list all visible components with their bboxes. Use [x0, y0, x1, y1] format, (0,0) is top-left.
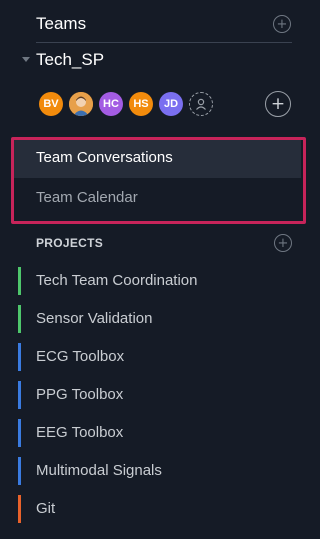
project-item[interactable]: PPG Toolbox	[0, 376, 301, 414]
project-label: Sensor Validation	[36, 310, 153, 327]
project-color-bar	[18, 305, 21, 333]
project-item[interactable]: ECG Toolbox	[0, 338, 301, 376]
member-initials: HS	[133, 98, 149, 110]
project-item[interactable]: Multimodal Signals	[0, 452, 301, 490]
project-color-bar	[18, 495, 21, 523]
teams-title[interactable]: Teams	[36, 14, 86, 34]
project-label: ECG Toolbox	[36, 348, 125, 365]
project-label: Tech Team Coordination	[36, 272, 198, 289]
collapse-team-caret-icon[interactable]	[22, 57, 30, 62]
project-item[interactable]: Sensor Validation	[0, 300, 301, 338]
project-color-bar	[18, 457, 21, 485]
project-item[interactable]: EEG Toolbox	[0, 414, 301, 452]
projects-title: PROJECTS	[36, 236, 104, 250]
member-avatar-bv[interactable]: BV	[39, 92, 63, 116]
selection-highlight	[11, 137, 306, 224]
add-member-button[interactable]: +	[265, 91, 291, 117]
member-initials: BV	[43, 98, 59, 110]
project-label: EEG Toolbox	[36, 424, 124, 441]
project-color-bar	[18, 381, 21, 409]
member-avatar-photo[interactable]	[69, 92, 93, 116]
member-photo-icon	[69, 92, 93, 116]
project-label: Multimodal Signals	[36, 462, 162, 479]
project-label: Git	[36, 500, 56, 517]
member-avatar-hs[interactable]: HS	[129, 92, 153, 116]
person-icon	[196, 98, 206, 110]
add-team-icon[interactable]: +	[273, 15, 291, 33]
project-item[interactable]: Git	[0, 490, 301, 528]
member-initials: JD	[163, 98, 179, 110]
add-project-icon[interactable]: +	[274, 234, 292, 252]
member-avatar-jd[interactable]: JD	[159, 92, 183, 116]
teams-divider	[36, 42, 292, 43]
project-item[interactable]: Tech Team Coordination	[0, 262, 301, 300]
member-avatar-hc[interactable]: HC	[99, 92, 123, 116]
project-label: PPG Toolbox	[36, 386, 124, 403]
member-initials: HC	[103, 98, 119, 110]
invite-member-icon[interactable]	[189, 92, 213, 116]
team-name[interactable]: Tech_SP	[36, 50, 104, 70]
project-color-bar	[18, 419, 21, 447]
project-color-bar	[18, 267, 21, 295]
project-color-bar	[18, 343, 21, 371]
